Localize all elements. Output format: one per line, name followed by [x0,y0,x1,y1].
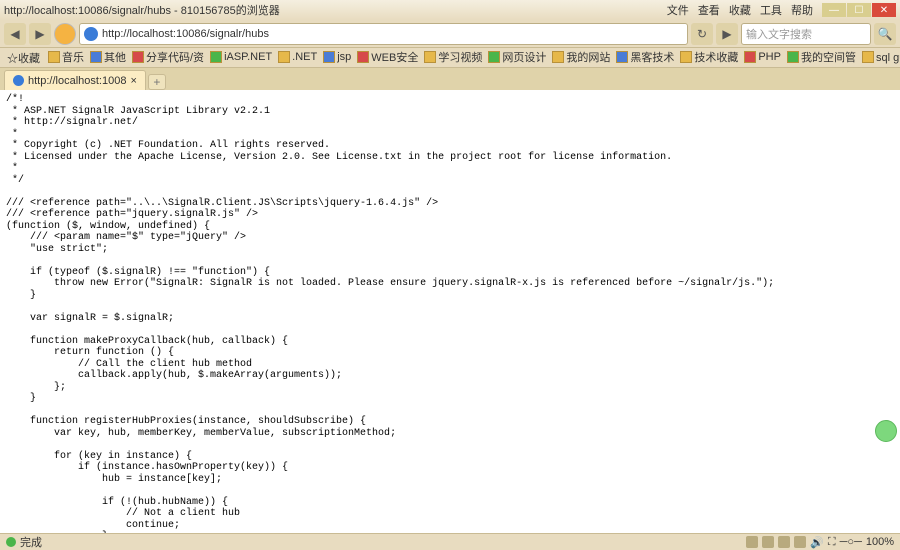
status-icon-1[interactable] [746,536,758,548]
float-bubble-icon[interactable] [875,420,897,442]
menu-view[interactable]: 查看 [698,5,720,17]
folder-icon [323,51,335,63]
folder-icon [357,51,369,63]
bookmark-item[interactable]: iASP.NET [207,51,275,63]
bookmark-item[interactable]: 音乐 [45,49,87,65]
nav-bar: ◀ ▶ http://localhost:10086/signalr/hubs … [0,20,900,48]
folder-icon [488,51,500,63]
url-input[interactable]: http://localhost:10086/signalr/hubs [79,23,688,45]
tab-globe-icon [13,75,24,86]
folder-icon [278,51,290,63]
bookmark-item[interactable]: sql guid 例 [859,49,900,65]
speaker-icon[interactable]: 🔊 [810,536,824,549]
bookmark-item[interactable]: jsp [320,51,354,63]
status-icon-2[interactable] [762,536,774,548]
window-title: http://localhost:10086/signalr/hubs - 81… [4,2,664,18]
go-button[interactable]: ▶ [716,23,738,45]
forward-button[interactable]: ▶ [29,23,51,45]
folder-icon [424,51,436,63]
folder-icon [787,51,799,63]
content-area[interactable]: /*! * ASP.NET SignalR JavaScript Library… [0,90,900,533]
globe-icon [84,27,98,41]
favorites-button[interactable]: ☆收藏 [4,50,43,66]
folder-icon [48,51,60,63]
folder-icon [680,51,692,63]
bookmark-item[interactable]: 网页设计 [485,49,549,65]
minimize-button[interactable]: — [822,3,846,17]
bookmarks-bar: ☆收藏 音乐其他分享代码/资iASP.NET.NETjspWEB安全学习视频网页… [0,48,900,68]
status-bar: 完成 🔊 ⛶ ─○─ 100% [0,533,900,550]
url-text: http://localhost:10086/signalr/hubs [102,28,269,40]
tab-close-icon[interactable]: × [130,75,136,87]
bookmark-item[interactable]: 我的空间管 [784,49,859,65]
folder-icon [90,51,102,63]
menu-help[interactable]: 帮助 [791,5,813,17]
close-button[interactable]: ✕ [872,3,896,17]
tab-label: http://localhost:1008 [28,75,126,87]
back-button[interactable]: ◀ [4,23,26,45]
menu-tools[interactable]: 工具 [760,5,782,17]
folder-icon [862,51,874,63]
status-text: 完成 [20,534,42,550]
bookmark-item[interactable]: 我的网站 [549,49,613,65]
bookmark-item[interactable]: 分享代码/资 [129,49,207,65]
search-button[interactable]: 🔍 [874,23,896,45]
zoom-level: 100% [866,536,894,548]
zoom-slider[interactable]: ─○─ [840,536,862,548]
new-tab-button[interactable]: + [148,74,166,90]
folder-icon [132,51,144,63]
folder-icon [210,51,222,63]
bookmark-item[interactable]: 黑客技术 [613,49,677,65]
bookmark-item[interactable]: PHP [741,51,784,63]
search-input[interactable]: 输入文字搜索 [741,23,871,45]
menu-fav[interactable]: 收藏 [729,5,751,17]
avatar-icon[interactable] [54,23,76,45]
menu-bar: 文件 查看 收藏 工具 帮助 [664,2,816,18]
bookmark-item[interactable]: 学习视频 [421,49,485,65]
bookmark-item[interactable]: WEB安全 [354,49,421,65]
fullscreen-icon[interactable]: ⛶ [828,536,836,549]
folder-icon [616,51,628,63]
maximize-button[interactable]: ☐ [847,3,871,17]
refresh-button[interactable]: ↻ [691,23,713,45]
folder-icon [552,51,564,63]
status-icon-4[interactable] [794,536,806,548]
bookmark-item[interactable]: .NET [275,51,320,63]
source-code: /*! * ASP.NET SignalR JavaScript Library… [6,94,894,533]
bookmark-item[interactable]: 技术收藏 [677,49,741,65]
tab-active[interactable]: http://localhost:1008 × [4,70,146,90]
status-check-icon [6,537,16,547]
bookmark-item[interactable]: 其他 [87,49,129,65]
menu-file[interactable]: 文件 [667,5,689,17]
folder-icon [744,51,756,63]
tab-bar: http://localhost:1008 × + [0,68,900,90]
status-icon-3[interactable] [778,536,790,548]
title-bar: http://localhost:10086/signalr/hubs - 81… [0,0,900,20]
